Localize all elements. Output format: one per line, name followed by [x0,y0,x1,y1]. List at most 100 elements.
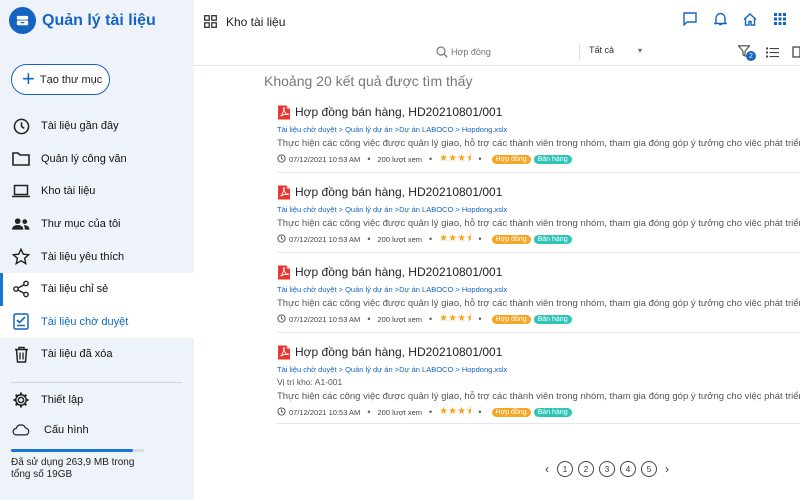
home-icon[interactable] [742,11,758,27]
scope-select-value: Tất cả [589,45,615,55]
star-half-icon: ⯨ [466,152,472,164]
app-logo-icon [9,7,36,34]
info-icon[interactable] [792,45,800,63]
sidebar-item-label: Tài liệu gần đây [41,120,119,133]
result-path[interactable]: Tài liệu chờ duyệt > Quản lý dự án >Dự á… [277,125,800,134]
cloud-icon [12,421,30,439]
result-card[interactable]: Hợp đồng bán hàng, HD20210801/001 Tài li… [277,343,800,424]
result-views: 200 lượt xem [377,234,423,244]
result-date: 07/12/2021 10:53 AM [289,234,361,244]
result-description: Thực hiện các công việc được quản lý gia… [277,138,800,149]
next-page-icon[interactable]: › [662,462,672,476]
result-title[interactable]: Hợp đồng bán hàng, HD20210801/001 [295,345,502,359]
page-list: 12345 [557,461,657,477]
sidebar-item-deleted[interactable]: Tài liệu đã xóa [0,338,194,371]
rating-stars: ★★★⯨ [439,311,471,328]
tag-badge[interactable]: Hợp đồng [491,315,531,324]
result-date: 07/12/2021 10:53 AM [289,314,361,324]
star-filled-icon: ★ [457,152,467,164]
separator-dot: • [429,407,433,417]
result-meta: 07/12/2021 10:53 AM • 200 lượt xem • ★★★… [277,233,800,245]
bell-icon[interactable] [712,11,728,27]
laptop-icon [12,182,30,200]
page-button[interactable]: 5 [641,461,657,477]
result-title[interactable]: Hợp đồng bán hàng, HD20210801/001 [295,185,502,199]
top-header: Kho tài liệu [194,0,800,40]
star-filled-icon: ★ [439,152,449,164]
sidebar-item-repository[interactable]: Kho tài liệu [0,175,194,208]
result-path[interactable]: Tài liệu chờ duyệt > Quản lý dự án >Dự á… [277,205,800,214]
search-bar: Tất cả ▾ 2 [194,40,800,66]
separator-dot: • [478,234,482,244]
page-button[interactable]: 4 [620,461,636,477]
separator-dot: • [367,154,371,164]
checklist-icon [12,313,30,331]
star-filled-icon: ★ [457,232,467,244]
people-icon [12,215,30,233]
sidebar-item-documents[interactable]: Quản lý công văn [0,143,194,176]
sidebar-item-recent[interactable]: Tài liệu gần đây [0,110,194,143]
sidebar-item-favorites[interactable]: Tài liệu yêu thích [0,240,194,273]
gear-icon [12,391,30,409]
result-title[interactable]: Hợp đồng bán hàng, HD20210801/001 [295,265,502,279]
star-icon [12,248,30,266]
separator-dot: • [367,234,371,244]
prev-page-icon[interactable]: ‹ [542,462,552,476]
sidebar-item-my-folders[interactable]: Thư mục của tôi [0,208,194,241]
history-icon [277,313,286,325]
star-filled-icon: ★ [439,232,449,244]
result-path[interactable]: Tài liệu chờ duyệt > Quản lý dự án >Dự á… [277,285,800,294]
result-path[interactable]: Tài liệu chờ duyệt > Quản lý dự án >Dự á… [277,365,800,374]
create-folder-button[interactable]: + Tạo thư mục [11,64,110,95]
page-button[interactable]: 3 [599,461,615,477]
chevron-down-icon: ▾ [638,45,643,55]
app-title: Quản lý tài liệu [42,11,156,29]
result-location: Vị trí kho: A1-001 [277,377,343,387]
apps-menu-icon[interactable] [772,11,788,27]
scope-select[interactable]: Tất cả ▾ [589,45,649,55]
result-title[interactable]: Hợp đồng bán hàng, HD20210801/001 [295,105,502,119]
sidebar-item-label: Tài liệu chờ duyệt [41,315,129,328]
apps-grid-icon[interactable] [204,15,217,33]
sidebar-item-settings[interactable]: Thiết lập [0,385,194,415]
sidebar-item-pending-approval[interactable]: Tài liệu chờ duyệt [0,305,194,339]
search-icon [436,45,448,63]
separator-dot: • [429,234,433,244]
trash-icon [12,345,30,363]
separator-dot: • [429,314,433,324]
separator-dot: • [429,154,433,164]
result-card[interactable]: Hợp đồng bán hàng, HD20210801/001 Tài li… [277,103,800,173]
page-button[interactable]: 2 [578,461,594,477]
separator-dot: • [367,314,371,324]
search-input[interactable] [451,44,571,60]
result-description: Thực hiện các công việc được quản lý gia… [277,298,800,309]
sidebar-item-label: Kho tài liệu [41,185,96,198]
result-views: 200 lượt xem [377,407,423,417]
history-icon [277,153,286,165]
tag-badge[interactable]: Hợp đồng [491,408,531,417]
tag-badge[interactable]: Bán hàng [533,235,572,244]
tag-badge[interactable]: Bán hàng [533,155,572,164]
result-card[interactable]: Hợp đồng bán hàng, HD20210801/001 Tài li… [277,263,800,333]
list-view-icon[interactable] [766,45,779,63]
tag-badge[interactable]: Bán hàng [533,408,572,417]
tag-badge[interactable]: Hợp đồng [491,235,531,244]
result-views: 200 lượt xem [377,154,423,164]
history-icon [277,406,286,418]
result-tags: Hợp đồng Bán hàng [489,314,572,324]
plus-icon: + [22,65,35,91]
rating-stars: ★★★⯨ [439,231,471,248]
result-card[interactable]: Hợp đồng bán hàng, HD20210801/001 Tài li… [277,183,800,253]
tag-badge[interactable]: Bán hàng [533,315,572,324]
brand[interactable]: Quản lý tài liệu [9,7,156,34]
page-button[interactable]: 1 [557,461,573,477]
sidebar-item-config[interactable]: Cấu hình [0,415,194,445]
sidebar-item-label: Thư mục của tôi [41,218,121,231]
sidebar-item-shared[interactable]: Tài liệu chỉ sẻ [0,272,194,306]
separator-dot: • [478,407,482,417]
storage-progress-fill [11,449,134,452]
create-folder-label: Tạo thư mục [39,73,103,86]
chat-icon[interactable] [682,11,698,27]
tag-badge[interactable]: Hợp đồng [491,155,531,164]
pdf-file-icon [277,265,291,280]
